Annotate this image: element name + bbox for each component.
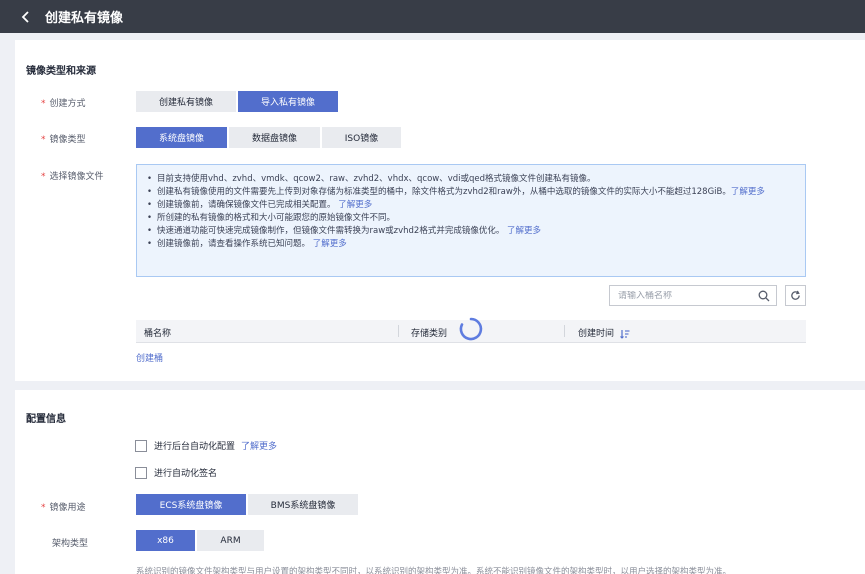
section-title: 镜像类型和来源 [26, 66, 96, 77]
auto-config-label: 进行后台自动化配置 [154, 442, 236, 452]
page-title: 创建私有镜像 [45, 11, 124, 26]
create-private-image-option[interactable]: 创建私有镜像 [136, 91, 236, 112]
bms-system-disk-option[interactable]: BMS系统盘镜像 [248, 494, 358, 515]
sort-icon[interactable] [620, 329, 630, 339]
learn-more-link[interactable]: 了解更多 [241, 439, 277, 452]
image-usage-selector: ECS系统盘镜像 BMS系统盘镜像 [136, 494, 360, 515]
iso-image-option[interactable]: ISO镜像 [322, 127, 401, 148]
arch-type-selector: x86 ARM [136, 530, 266, 551]
auto-sign-checkbox[interactable] [135, 466, 147, 479]
notice-item: 所创建的私有镜像的格式和大小可能跟您的原始镜像文件不同。 [147, 212, 795, 225]
ecs-system-disk-option[interactable]: ECS系统盘镜像 [136, 494, 246, 515]
arch-hint-text: 系统识别的镜像文件架构类型与用户设置的架构类型不同时，以系统识别的架构类型为准。… [136, 567, 732, 574]
import-private-image-option[interactable]: 导入私有镜像 [238, 91, 338, 112]
auto-config-checkbox[interactable] [135, 439, 147, 452]
notice-item: 快速通道功能可快速完成镜像制作，但镜像文件需转换为raw或zvhd2格式并完成镜… [147, 225, 795, 238]
loading-spinner-icon [459, 317, 483, 341]
required-mark: * [41, 135, 46, 145]
column-header-created-time[interactable]: 创建时间 [578, 326, 630, 339]
arm-option[interactable]: ARM [197, 530, 264, 551]
create-method-label: * 创建方式 [41, 99, 86, 109]
column-divider [564, 325, 565, 337]
image-type-source-card: 镜像类型和来源 * 创建方式 创建私有镜像 导入私有镜像 * 镜像类型 系统盘镜像 … [15, 40, 865, 381]
x86-option[interactable]: x86 [136, 530, 195, 551]
top-bar: 创建私有镜像 [0, 0, 865, 33]
chevron-left-icon [21, 10, 29, 23]
search-icon[interactable] [758, 290, 770, 302]
create-bucket-link[interactable]: 创建桶 [136, 351, 163, 364]
image-usage-label: * 镜像用途 [41, 503, 86, 513]
back-button[interactable] [17, 8, 35, 26]
system-disk-image-option[interactable]: 系统盘镜像 [136, 127, 227, 148]
bucket-search [609, 285, 777, 306]
notice-item: 目前支持使用vhd、zvhd、vmdk、qcow2、raw、zvhd2、vhdx… [147, 173, 795, 186]
image-type-label: * 镜像类型 [41, 135, 86, 145]
auto-config-row: 进行后台自动化配置 了解更多 [135, 439, 277, 452]
notice-item: 创建私有镜像使用的文件需要先上传到对象存储为标准类型的桶中，除文件格式为zvhd… [147, 186, 795, 199]
config-info-card: 配置信息 进行后台自动化配置 了解更多 进行自动化签名 * 镜像用途 ECS系统盘… [15, 390, 865, 574]
data-disk-image-option[interactable]: 数据盘镜像 [229, 127, 320, 148]
notice-item: 创建镜像前，请确保镜像文件已完成相关配置。 了解更多 [147, 199, 795, 212]
required-mark: * [41, 172, 46, 182]
learn-more-link[interactable]: 了解更多 [731, 187, 765, 197]
auto-sign-label: 进行自动化签名 [154, 469, 218, 479]
create-method-selector: 创建私有镜像 导入私有镜像 [136, 91, 340, 112]
column-divider [398, 325, 399, 337]
required-mark: * [41, 99, 46, 109]
bucket-search-input[interactable] [618, 290, 748, 301]
column-header-bucket-name: 桶名称 [144, 329, 172, 339]
learn-more-link[interactable]: 了解更多 [313, 239, 347, 249]
required-mark: * [41, 503, 46, 513]
column-header-storage-class: 存储类别 [411, 329, 448, 339]
arch-type-label: 架构类型 [52, 539, 89, 549]
refresh-icon [791, 290, 800, 300]
learn-more-link[interactable]: 了解更多 [338, 200, 372, 210]
section-title: 配置信息 [26, 414, 66, 425]
refresh-button[interactable] [785, 285, 806, 306]
auto-sign-row: 进行自动化签名 [135, 466, 217, 479]
image-type-selector: 系统盘镜像 数据盘镜像 ISO镜像 [136, 127, 403, 148]
select-image-file-label: * 选择镜像文件 [41, 172, 104, 182]
info-notice: 目前支持使用vhd、zvhd、vmdk、qcow2、raw、zvhd2、vhdx… [136, 164, 806, 277]
notice-item: 创建镜像前，请查看操作系统已知问题。 了解更多 [147, 238, 795, 251]
learn-more-link[interactable]: 了解更多 [507, 226, 541, 236]
